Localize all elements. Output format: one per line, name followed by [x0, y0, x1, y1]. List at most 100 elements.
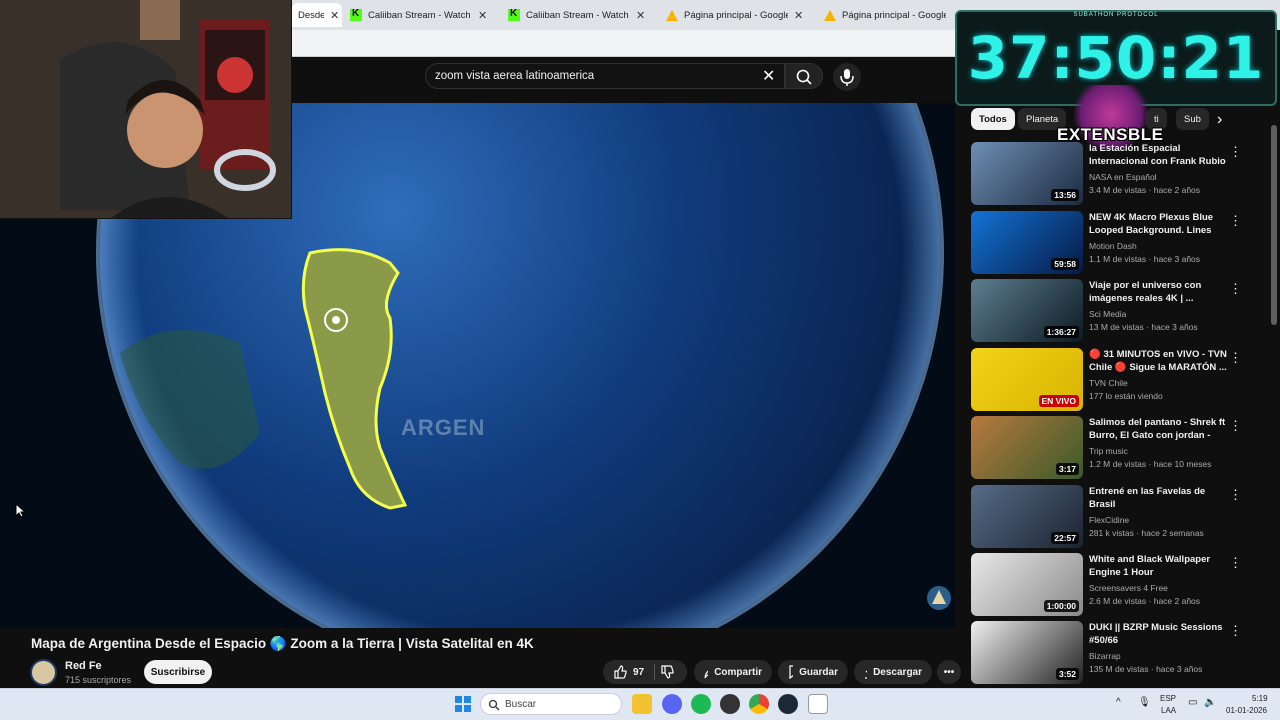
video-thumbnail[interactable]: 22:57	[971, 485, 1083, 548]
scrollbar[interactable]	[1271, 125, 1277, 325]
search-query: zoom vista aerea latinoamerica	[435, 70, 595, 82]
clear-search-icon[interactable]: ✕	[762, 66, 775, 86]
related-channel-name[interactable]: Bizarrap	[1089, 651, 1121, 661]
related-video-item[interactable]: 3:17 Salimos del pantano - Shrek ft Burro…	[971, 416, 1261, 480]
more-vertical-icon[interactable]: ⋮	[1229, 555, 1242, 571]
network-icon[interactable]: ▭	[1188, 697, 1197, 708]
related-channel-name[interactable]: Trip music	[1089, 446, 1128, 456]
webcam-overlay	[0, 0, 292, 219]
related-video-item[interactable]: 1:36:27 Viaje por el universo con imágene…	[971, 279, 1261, 343]
search-button[interactable]	[785, 63, 823, 89]
capcut-icon[interactable]	[808, 694, 828, 714]
related-channel-name[interactable]: FlexCidine	[1089, 515, 1129, 525]
like-button[interactable]: 97	[603, 660, 687, 684]
more-vertical-icon[interactable]: ⋮	[1229, 213, 1242, 229]
video-thumbnail[interactable]: 1:36:27	[971, 279, 1083, 342]
related-video-item[interactable]: 1:00:00 White and Black Wallpaper Engine …	[971, 553, 1261, 617]
related-channel-name[interactable]: Screensavers 4 Free	[1089, 583, 1168, 593]
bookmark-icon	[789, 665, 794, 679]
search-input[interactable]: zoom vista aerea latinoamerica	[425, 63, 785, 89]
video-duration: 13:56	[1051, 189, 1079, 201]
tab-title: Desde	[298, 9, 324, 21]
volume-icon[interactable]: 🔈	[1204, 697, 1216, 708]
related-video-title[interactable]: Salimos del pantano - Shrek ft Burro, El…	[1089, 416, 1229, 442]
related-video-title[interactable]: Entrené en las Favelas de Brasil	[1089, 485, 1229, 511]
related-video-item[interactable]: 59:58 NEW 4K Macro Plexus Blue Looped Bac…	[971, 211, 1261, 275]
file-explorer-icon[interactable]	[632, 694, 652, 714]
more-vertical-icon[interactable]: ⋮	[1229, 418, 1242, 434]
video-thumbnail[interactable]: EN VIVO	[971, 348, 1083, 411]
video-thumbnail[interactable]: 3:52	[971, 621, 1083, 684]
video-thumbnail[interactable]: 1:00:00	[971, 553, 1083, 616]
related-video-title[interactable]: 🔴 31 MINUTOS en VIVO - TVN Chile 🔴 Sigue…	[1089, 348, 1229, 374]
browser-tab-drive-2[interactable]: Página principal - Google Drive	[818, 3, 958, 27]
related-video-item[interactable]: 3:52 DUKI || BZRP Music Sessions #50/66 Bi…	[971, 621, 1261, 685]
video-thumbnail[interactable]: 59:58	[971, 211, 1083, 274]
subscriber-count: 715 suscriptores	[65, 675, 132, 685]
chrome-icon[interactable]	[749, 694, 769, 714]
video-duration: 59:58	[1051, 258, 1079, 270]
related-video-title[interactable]: White and Black Wallpaper Engine 1 Hour	[1089, 553, 1229, 579]
video-thumbnail[interactable]: 3:17	[971, 416, 1083, 479]
chevron-right-icon[interactable]: ›	[1217, 111, 1222, 129]
chip-todos[interactable]: Todos	[971, 108, 1015, 130]
browser-address-bar[interactable]	[292, 30, 955, 57]
related-video-item[interactable]: 13:56 la Estación Espacial Internacional …	[971, 142, 1261, 206]
keyboard-layout[interactable]: LAA	[1161, 706, 1176, 715]
related-video-title[interactable]: DUKI || BZRP Music Sessions #50/66	[1089, 621, 1229, 647]
related-channel-name[interactable]: Motion Dash	[1089, 241, 1137, 251]
share-button[interactable]: Compartir	[694, 660, 772, 684]
related-video-title[interactable]: NEW 4K Macro Plexus Blue Looped Backgrou…	[1089, 211, 1229, 237]
channel-avatar[interactable]	[30, 659, 57, 686]
video-duration: 1:36:27	[1043, 326, 1079, 338]
browser-tab-drive-1[interactable]: Página principal - Google Drive ✕	[660, 3, 818, 27]
thumbs-down-icon[interactable]	[660, 665, 674, 679]
more-vertical-icon[interactable]: ⋮	[1229, 281, 1242, 297]
steam-icon[interactable]	[778, 694, 798, 714]
taskbar-search[interactable]: Buscar	[480, 693, 622, 715]
related-channel-name[interactable]: Sci Media	[1089, 309, 1126, 319]
discord-icon[interactable]	[662, 694, 682, 714]
browser-tab-kick-1[interactable]: Caliiban Stream - Watch Live o ✕	[344, 3, 502, 27]
voice-search-button[interactable]	[833, 63, 861, 91]
subscribe-button[interactable]: Suscribirse	[144, 660, 212, 684]
channel-watermark-icon[interactable]	[926, 585, 952, 611]
more-vertical-icon[interactable]: ⋮	[1229, 487, 1242, 503]
more-actions-button[interactable]: •••	[937, 660, 961, 684]
windows-start-icon[interactable]	[455, 696, 471, 712]
video-thumbnail[interactable]: 13:56	[971, 142, 1083, 205]
tab-close-icon[interactable]: ✕	[330, 9, 339, 22]
download-button[interactable]: Descargar	[854, 660, 932, 684]
related-video-title[interactable]: Viaje por el universo con imágenes reale…	[1089, 279, 1229, 305]
thumbs-up-icon	[614, 665, 627, 679]
browser-tab-kick-2[interactable]: Caliiban Stream - Watch Live o ✕	[502, 3, 660, 27]
chevron-up-icon[interactable]: ^	[1116, 697, 1121, 708]
channel-name[interactable]: Red Fe	[65, 660, 102, 672]
share-icon	[704, 670, 709, 679]
save-button[interactable]: Guardar	[778, 660, 848, 684]
related-video-title[interactable]: la Estación Espacial Internacional con F…	[1089, 142, 1229, 168]
microphone-tray-icon[interactable]: 🎙	[1138, 697, 1151, 708]
more-vertical-icon[interactable]: ⋮	[1229, 623, 1242, 639]
language-indicator[interactable]: ESP	[1160, 694, 1176, 703]
chip-subidos[interactable]: Sub	[1176, 108, 1209, 130]
obs-icon[interactable]	[720, 694, 740, 714]
related-channel-name[interactable]: NASA en Español	[1089, 172, 1157, 182]
like-divider	[654, 664, 655, 680]
clock-time[interactable]: 5:19	[1252, 694, 1268, 703]
tab-close-icon[interactable]: ✕	[636, 9, 645, 22]
tab-close-icon[interactable]: ✕	[478, 9, 487, 22]
clock-date[interactable]: 01-01-2026	[1226, 706, 1267, 715]
related-video-meta: 1.2 M de vistas · hace 10 meses	[1089, 459, 1212, 469]
related-video-item[interactable]: EN VIVO 🔴 31 MINUTOS en VIVO - TVN Chile …	[971, 348, 1261, 412]
related-channel-name[interactable]: TVN Chile	[1089, 378, 1128, 388]
related-video-item[interactable]: 22:57 Entrené en las Favelas de Brasil Fle…	[971, 485, 1261, 549]
download-label: Descargar	[873, 666, 922, 678]
spotify-icon[interactable]	[691, 694, 711, 714]
video-duration: EN VIVO	[1038, 395, 1079, 407]
browser-tab-youtube[interactable]: Desde ✕	[292, 3, 342, 27]
kick-icon	[350, 8, 362, 21]
more-vertical-icon[interactable]: ⋮	[1229, 350, 1242, 366]
more-vertical-icon[interactable]: ⋮	[1229, 144, 1242, 160]
tab-close-icon[interactable]: ✕	[794, 9, 803, 22]
